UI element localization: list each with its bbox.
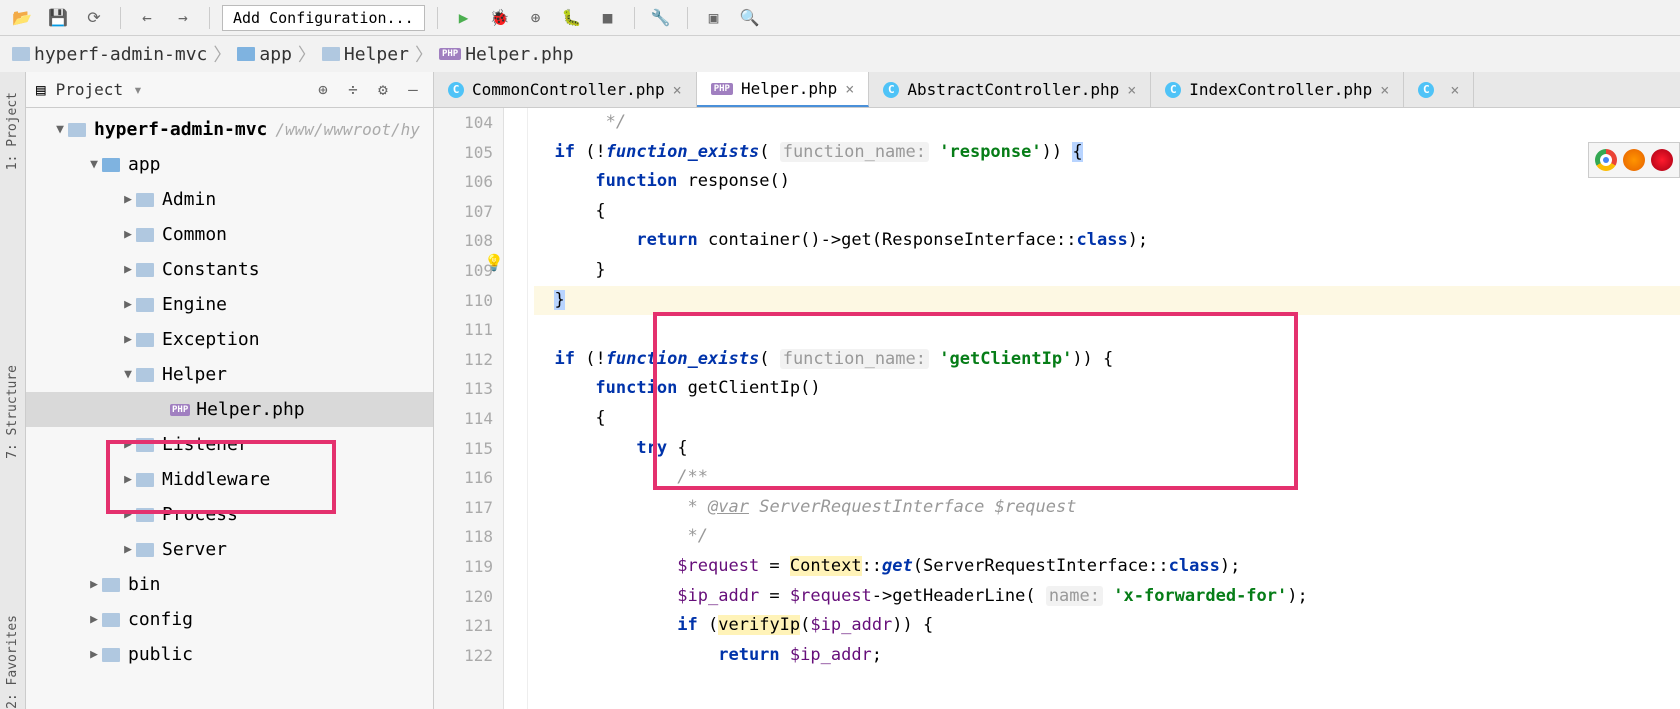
tree-item-listener[interactable]: ▶Listener [26,427,433,462]
profile-icon[interactable]: 🐛 [558,4,586,32]
tab-abstractcontroller-php[interactable]: CAbstractController.php× [869,72,1151,107]
browser-preview-icons [1588,142,1680,178]
editor-body[interactable]: 1041051061071081091101111121131141151161… [434,108,1680,709]
close-icon[interactable]: × [1380,81,1389,99]
side-label-favorites[interactable]: 2: Favorites [5,615,20,709]
tree-root[interactable]: ▼hyperf-admin-mvc/www/wwwroot/hy [26,112,433,147]
breadcrumb: hyperf-admin-mvc 〉 app 〉 Helper 〉 PHPHelper.ph… [0,36,1680,72]
hide-icon[interactable]: — [403,80,423,100]
tab-commoncontroller-php[interactable]: CCommonController.php× [434,72,697,107]
main-toolbar: 📂 💾 ⟳ ← → Add Configuration... ▶ 🐞 ⊕ 🐛 ■… [0,0,1680,36]
breadcrumb-item[interactable]: PHPHelper.php [439,44,574,65]
tab-helper-php[interactable]: PHPHelper.php× [697,72,870,107]
debug-icon[interactable]: 🐞 [486,4,514,32]
breadcrumb-separator: 〉 [213,41,231,67]
code-content[interactable]: */ if (!function_exists( function_name: … [528,108,1680,709]
editor-area: CCommonController.php×PHPHelper.php×CAbs… [434,72,1680,709]
run-icon[interactable]: ▶ [450,4,478,32]
refresh-icon[interactable]: ⟳ [80,4,108,32]
project-icon: ▤ [36,80,46,99]
tree-item-middleware[interactable]: ▶Middleware [26,462,433,497]
tree-item-engine[interactable]: ▶Engine [26,287,433,322]
tab-more[interactable]: C× [1404,72,1474,107]
side-label-structure[interactable]: 7: Structure [5,365,20,459]
tree-item-app[interactable]: ▼app [26,147,433,182]
wrench-icon[interactable]: 🔧 [647,4,675,32]
breadcrumb-item[interactable]: Helper [322,44,409,65]
stop-icon[interactable]: ■ [594,4,622,32]
tree-item-bin[interactable]: ▶bin [26,567,433,602]
tree-item-server[interactable]: ▶Server [26,532,433,567]
tree-item-exception[interactable]: ▶Exception [26,322,433,357]
tree-item-constants[interactable]: ▶Constants [26,252,433,287]
line-gutter: 1041051061071081091101111121131141151161… [434,108,504,709]
close-icon[interactable]: × [1127,81,1136,99]
side-labels: 1: Project 7: Structure 2: Favorites [0,72,26,709]
breadcrumb-separator: 〉 [415,41,433,67]
save-icon[interactable]: 💾 [44,4,72,32]
breadcrumb-item[interactable]: app [237,44,292,65]
lightbulb-icon[interactable]: 💡 [484,253,504,272]
tree-item-public[interactable]: ▶public [26,637,433,672]
open-icon[interactable]: 📂 [8,4,36,32]
project-panel-header: ▤ Project ▾ ⊕ ÷ ⚙ — [26,72,433,108]
collapse-icon[interactable]: ÷ [343,80,363,100]
search-icon[interactable]: 🔍 [736,4,764,32]
tree-item-helper[interactable]: ▼Helper [26,357,433,392]
breadcrumb-separator: 〉 [298,41,316,67]
attach-icon[interactable]: ▣ [700,4,728,32]
project-tree[interactable]: ▼hyperf-admin-mvc/www/wwwroot/hy▼app▶Adm… [26,108,433,709]
target-icon[interactable]: ⊕ [313,80,333,100]
tree-item-helper-php[interactable]: PHPHelper.php [26,392,433,427]
tree-item-process[interactable]: ▶Process [26,497,433,532]
gear-icon[interactable]: ⚙ [373,80,393,100]
fold-markers: 💡 [504,108,528,709]
tab-indexcontroller-php[interactable]: CIndexController.php× [1151,72,1404,107]
opera-icon[interactable] [1651,149,1673,171]
side-label-project[interactable]: 1: Project [5,92,20,170]
forward-icon[interactable]: → [169,4,197,32]
project-panel-title: Project [56,80,123,99]
back-icon[interactable]: ← [133,4,161,32]
editor-tabs: CCommonController.php×PHPHelper.php×CAbs… [434,72,1680,108]
run-config-select[interactable]: Add Configuration... [222,5,425,31]
tree-item-config[interactable]: ▶config [26,602,433,637]
tree-item-admin[interactable]: ▶Admin [26,182,433,217]
breadcrumb-item[interactable]: hyperf-admin-mvc [12,44,207,65]
close-icon[interactable]: × [673,81,682,99]
chevron-down-icon[interactable]: ▾ [133,80,143,99]
project-panel: ▤ Project ▾ ⊕ ÷ ⚙ — ▼hyperf-admin-mvc/ww… [26,72,434,709]
close-icon[interactable]: × [845,80,854,98]
chrome-icon[interactable] [1595,149,1617,171]
firefox-icon[interactable] [1623,149,1645,171]
tree-item-common[interactable]: ▶Common [26,217,433,252]
coverage-icon[interactable]: ⊕ [522,4,550,32]
